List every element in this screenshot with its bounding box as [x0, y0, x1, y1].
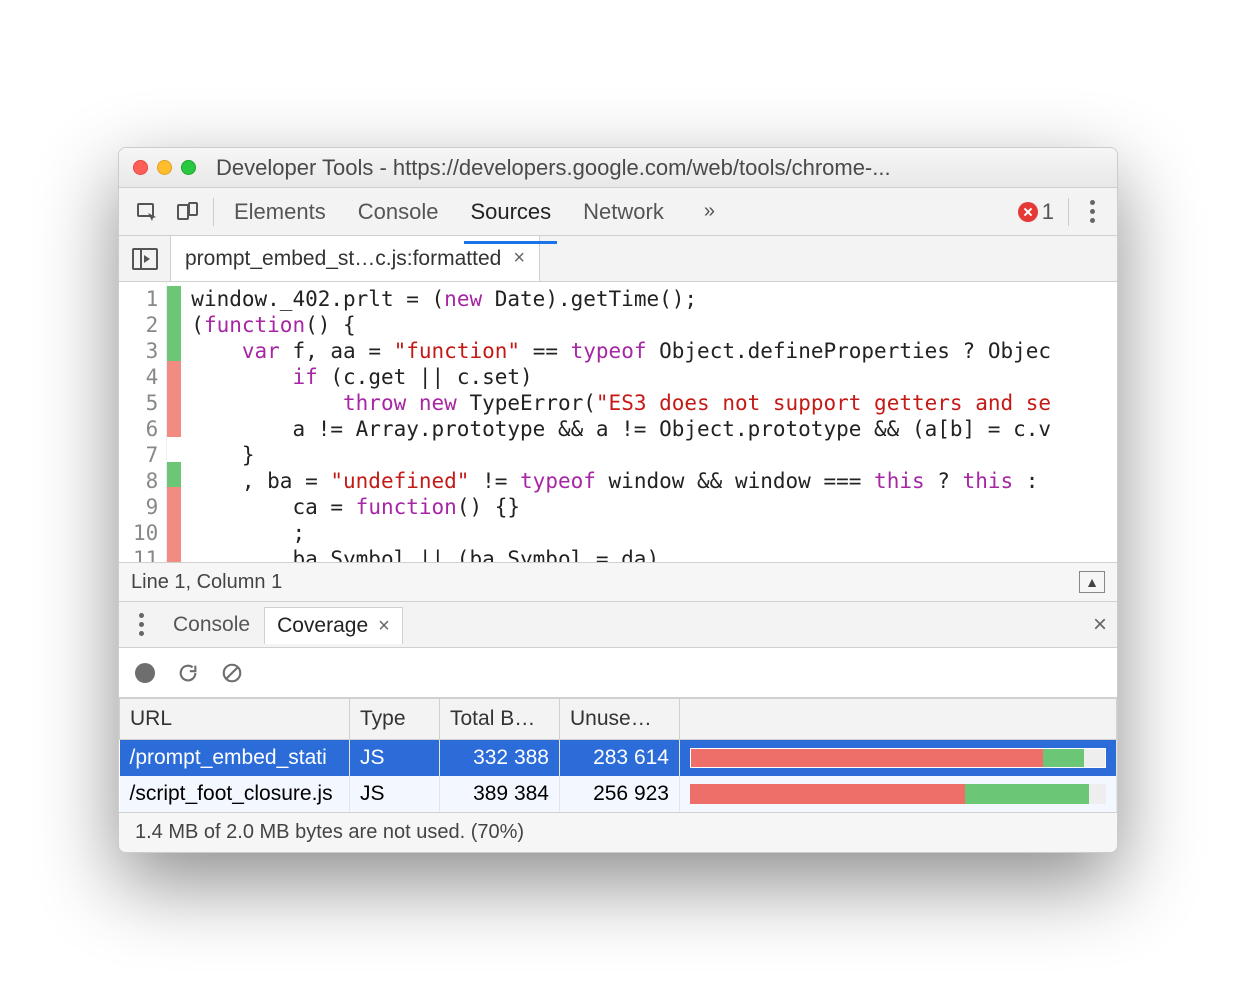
- drawer-tabs: Console Coverage × ×: [119, 602, 1117, 648]
- code-area[interactable]: window._402.prlt = (new Date).getTime();…: [181, 282, 1117, 562]
- cursor-position: Line 1, Column 1: [131, 571, 282, 594]
- coverage-marker: [167, 336, 181, 361]
- source-editor[interactable]: 1234567891011 window._402.prlt = (new Da…: [119, 282, 1117, 562]
- zoom-window-button[interactable]: [181, 160, 196, 175]
- separator: [1068, 198, 1069, 226]
- coverage-gutter: [167, 282, 181, 562]
- coverage-marker: [167, 386, 181, 411]
- coverage-marker: [167, 537, 181, 562]
- close-icon[interactable]: ×: [513, 247, 525, 270]
- close-window-button[interactable]: [133, 160, 148, 175]
- minimize-window-button[interactable]: [157, 160, 172, 175]
- code-line[interactable]: var f, aa = "function" == typeof Object.…: [191, 338, 1117, 364]
- drawer-tab-console[interactable]: Console: [169, 607, 254, 643]
- line-number: 10: [133, 520, 158, 546]
- drawer-tab-label: Coverage: [277, 614, 368, 638]
- line-number: 6: [133, 416, 158, 442]
- cell-unused: 283 614: [560, 740, 680, 777]
- table-row[interactable]: /script_foot_closure.jsJS389 384256 923: [120, 776, 1117, 812]
- tab-sources[interactable]: Sources: [468, 191, 553, 233]
- panel-tabs: Elements Console Sources Network »: [220, 191, 1018, 233]
- cell-total: 332 388: [440, 740, 560, 777]
- table-row[interactable]: /prompt_embed_statiJS332 388283 614: [120, 740, 1117, 777]
- code-line[interactable]: a != Array.prototype && a != Object.prot…: [191, 416, 1117, 442]
- cell-bar: [680, 740, 1117, 777]
- coverage-summary: 1.4 MB of 2.0 MB bytes are not used. (70…: [119, 812, 1117, 852]
- line-number: 7: [133, 442, 158, 468]
- coverage-marker: [167, 437, 181, 462]
- tab-network[interactable]: Network: [581, 191, 666, 233]
- drawer-menu-icon[interactable]: [129, 613, 153, 636]
- col-url[interactable]: URL: [120, 699, 350, 740]
- line-number: 3: [133, 338, 158, 364]
- code-line[interactable]: if (c.get || c.set): [191, 364, 1117, 390]
- code-line[interactable]: ca = function() {}: [191, 494, 1117, 520]
- drawer-tab-coverage[interactable]: Coverage ×: [264, 607, 403, 644]
- coverage-marker: [167, 311, 181, 336]
- coverage-marker: [167, 487, 181, 512]
- close-icon[interactable]: ×: [378, 615, 390, 638]
- line-number-gutter: 1234567891011: [119, 282, 167, 562]
- traffic-lights: [133, 160, 196, 175]
- error-badge[interactable]: 1: [1018, 199, 1054, 225]
- col-type[interactable]: Type: [350, 699, 440, 740]
- cell-type: JS: [350, 776, 440, 812]
- coverage-toolbar: [119, 648, 1117, 698]
- settings-menu-icon[interactable]: [1075, 200, 1109, 223]
- code-line[interactable]: }: [191, 442, 1117, 468]
- coverage-marker: [167, 512, 181, 537]
- editor-statusbar: Line 1, Column 1 ▲: [119, 562, 1117, 602]
- coverage-summary-text: 1.4 MB of 2.0 MB bytes are not used. (70…: [135, 821, 524, 844]
- code-line[interactable]: window._402.prlt = (new Date).getTime();: [191, 286, 1117, 312]
- cell-total: 389 384: [440, 776, 560, 812]
- window-title: Developer Tools - https://developers.goo…: [216, 155, 1103, 181]
- code-line[interactable]: , ba = "undefined" != typeof window && w…: [191, 468, 1117, 494]
- inspect-element-icon[interactable]: [127, 192, 167, 232]
- code-line[interactable]: ba.Symbol || (ba.Symbol = da): [191, 546, 1117, 562]
- error-icon: [1018, 202, 1038, 222]
- line-number: 5: [133, 390, 158, 416]
- separator: [213, 198, 214, 226]
- file-tabs-bar: prompt_embed_st…c.js:formatted ×: [119, 236, 1117, 282]
- coverage-marker: [167, 361, 181, 386]
- line-number: 2: [133, 312, 158, 338]
- cell-bar: [680, 776, 1117, 812]
- coverage-table: URL Type Total B… Unuse… /prompt_embed_s…: [119, 698, 1117, 812]
- record-button[interactable]: [135, 663, 155, 683]
- line-number: 11: [133, 546, 158, 562]
- tab-console[interactable]: Console: [356, 191, 441, 233]
- code-line[interactable]: throw new TypeError("ES3 does not suppor…: [191, 390, 1117, 416]
- tab-elements[interactable]: Elements: [232, 191, 328, 233]
- reload-icon[interactable]: [177, 662, 199, 684]
- cell-unused: 256 923: [560, 776, 680, 812]
- error-count: 1: [1042, 199, 1054, 225]
- line-number: 4: [133, 364, 158, 390]
- line-number: 9: [133, 494, 158, 520]
- coverage-marker: [167, 411, 181, 436]
- table-header-row: URL Type Total B… Unuse…: [120, 699, 1117, 740]
- titlebar: Developer Tools - https://developers.goo…: [119, 148, 1117, 188]
- expand-panel-icon[interactable]: ▲: [1079, 571, 1105, 593]
- devtools-window: Developer Tools - https://developers.goo…: [118, 147, 1118, 853]
- clear-icon[interactable]: [221, 662, 243, 684]
- col-total[interactable]: Total B…: [440, 699, 560, 740]
- device-toggle-icon[interactable]: [167, 192, 207, 232]
- coverage-marker: [167, 286, 181, 311]
- file-tab-name: prompt_embed_st…c.js:formatted: [185, 247, 501, 271]
- code-line[interactable]: ;: [191, 520, 1117, 546]
- cell-type: JS: [350, 740, 440, 777]
- col-unused[interactable]: Unuse…: [560, 699, 680, 740]
- coverage-marker: [167, 462, 181, 487]
- navigator-toggle-icon[interactable]: [119, 236, 171, 281]
- code-line[interactable]: (function() {: [191, 312, 1117, 338]
- main-toolbar: Elements Console Sources Network » 1: [119, 188, 1117, 236]
- cell-url: /script_foot_closure.js: [120, 776, 350, 812]
- close-drawer-icon[interactable]: ×: [1093, 611, 1107, 639]
- col-visual[interactable]: [680, 699, 1117, 740]
- more-tabs-icon[interactable]: »: [694, 200, 725, 223]
- line-number: 8: [133, 468, 158, 494]
- cell-url: /prompt_embed_stati: [120, 740, 350, 777]
- line-number: 1: [133, 286, 158, 312]
